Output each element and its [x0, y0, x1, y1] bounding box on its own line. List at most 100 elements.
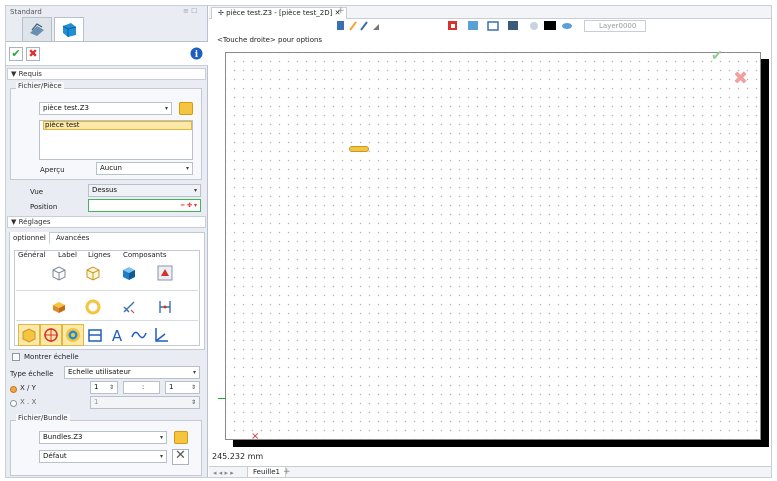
tab-components[interactable]: Composants	[123, 251, 166, 259]
position-input[interactable]: ≈ ✤ ▾	[88, 199, 201, 212]
ratio-xx-label: X . X	[20, 398, 37, 406]
view-select[interactable]: Dessus ▾	[88, 184, 201, 197]
position-label: Position	[30, 203, 58, 211]
placement-cursor-icon	[349, 146, 369, 152]
chevron-down-icon: ▾	[159, 434, 163, 441]
origin-y-marker-icon	[218, 398, 226, 399]
target-view-button[interactable]	[40, 324, 62, 346]
sheet-nav-arrows[interactable]: ◂ ◂ ▸ ▸	[213, 469, 234, 477]
scale-type-label: Type échelle	[10, 370, 54, 378]
svg-text:i: i	[194, 50, 198, 60]
ratio-a-input[interactable]: 1 ⇕	[90, 381, 118, 394]
tab-properties[interactable]	[54, 17, 84, 41]
info-icon: i	[190, 47, 202, 60]
open-folder-icon[interactable]	[179, 102, 193, 115]
right-click-hint: <Touche droite> pour options	[217, 36, 323, 44]
drawing-sheet[interactable]	[225, 52, 761, 440]
annotation-view-button[interactable]	[18, 324, 40, 346]
cancel-x-icon[interactable]: ✖	[733, 68, 748, 89]
concentric-view-button[interactable]	[62, 324, 84, 346]
view-wireframe-button[interactable]	[48, 262, 70, 284]
ratio-xy-radio[interactable]	[10, 386, 17, 393]
curve-view-button[interactable]	[128, 324, 150, 346]
detail-view-button[interactable]	[82, 296, 104, 318]
clear-button[interactable]: ✕	[172, 449, 189, 465]
open-bundle-folder-icon[interactable]	[174, 431, 188, 444]
tab-document[interactable]: ✢ pièce test.Z3 - [pièce test_2D] ✕	[211, 7, 348, 19]
chevron-down-icon: ▾	[185, 165, 189, 172]
ratio-c-input[interactable]: 1 ⇕	[165, 381, 200, 394]
tab-avancees[interactable]: Avancées	[56, 234, 89, 242]
show-scale-checkbox[interactable]	[12, 353, 20, 361]
tab-general[interactable]: Général	[18, 251, 46, 259]
detail-circle-icon	[85, 299, 101, 315]
broken-view-icon	[123, 301, 135, 314]
panel-title: Standard	[10, 8, 42, 16]
ratio-xx-radio[interactable]	[10, 400, 17, 407]
spinner-icon[interactable]: ⇕	[109, 382, 114, 393]
ok-button[interactable]: ✔	[9, 47, 23, 61]
view-tools-icons[interactable]	[335, 19, 405, 33]
section-required[interactable]: ▼ Requis	[7, 68, 206, 80]
tab-catalog[interactable]	[22, 17, 52, 41]
tab-label[interactable]: Label	[58, 251, 77, 259]
new-tab-button[interactable]: +	[337, 6, 345, 16]
pick-point-icon[interactable]: ≈ ✤ ▾	[180, 200, 197, 211]
frame-icon	[88, 329, 102, 342]
properties-panel: Standard ≡ ☐ ✔ ✖ i ▼ Requis Fichier/Pièc…	[6, 6, 208, 477]
tab-optionnel[interactable]: optionnel	[10, 232, 50, 244]
svg-text:A: A	[112, 327, 123, 345]
part-list[interactable]: pièce test	[39, 120, 193, 160]
hidden-line-cube-icon	[86, 266, 100, 281]
text-view-button[interactable]: A	[106, 324, 128, 346]
divider	[16, 290, 198, 291]
sheet-tab-bar: ◂ ◂ ▸ ▸ Feuille1 +	[209, 466, 771, 477]
file-select[interactable]: pièce test.Z3 ▾	[39, 102, 172, 115]
app-window: Standard ≡ ☐ ✔ ✖ i ▼ Requis Fichier/Pièc…	[5, 5, 772, 478]
view-label: Vue	[30, 188, 44, 196]
spinner-icon[interactable]: ⇕	[191, 397, 196, 408]
ratio-xx-input[interactable]: 1 ⇕	[90, 396, 200, 409]
target-icon	[44, 328, 58, 342]
dimension-view-button[interactable]	[154, 296, 176, 318]
tab-lines[interactable]: Lignes	[88, 251, 111, 259]
frame-view-button[interactable]	[84, 324, 106, 346]
axis-view-button[interactable]	[150, 324, 172, 346]
cube-tab-icon	[62, 23, 77, 37]
view-toolbar	[335, 19, 405, 33]
section-cut-icon	[53, 302, 65, 313]
origin-x-marker-icon: ×	[251, 431, 260, 442]
spinner-icon[interactable]: ⇕	[191, 382, 196, 393]
panel-pin-icons[interactable]: ≡ ☐	[183, 7, 197, 15]
coordinate-readout: 245.232 mm	[212, 452, 264, 461]
add-sheet-button[interactable]: +	[283, 467, 291, 477]
preview-select[interactable]: Aucun ▾	[96, 162, 193, 175]
view-hidden-button[interactable]	[82, 262, 104, 284]
cancel-button[interactable]: ✖	[26, 47, 40, 61]
scale-type-select[interactable]: Echelle utilisateur ▾	[64, 366, 200, 379]
view-shaded-button[interactable]	[118, 262, 140, 284]
preview-label: Aperçu	[40, 166, 65, 174]
action-toolbar: ✔ ✖ i	[6, 41, 208, 66]
confirm-check-icon[interactable]: ✔	[711, 48, 723, 64]
broken-view-button[interactable]	[118, 296, 140, 318]
show-scale-label: Montrer échelle	[24, 353, 79, 361]
text-a-icon: A	[112, 327, 123, 345]
list-item[interactable]: pièce test	[43, 121, 192, 130]
default-select[interactable]: Défaut ▾	[39, 450, 167, 463]
file-group-legend: Fichier/Pièce	[16, 82, 64, 90]
catalog-icon	[30, 23, 44, 36]
layer-select[interactable]: Layer0000	[584, 20, 646, 32]
tab-sheet1[interactable]: Feuille1	[247, 467, 286, 477]
bundle-select[interactable]: Bundles.Z3 ▾	[39, 431, 167, 444]
section-settings[interactable]: ▼ Réglages	[7, 216, 206, 228]
section-view-button[interactable]	[48, 296, 70, 318]
info-button[interactable]: i	[189, 47, 203, 61]
ratio-xy-label: X / Y	[20, 384, 36, 392]
shaded-cube-icon	[123, 267, 135, 280]
annotation-cube-icon	[22, 328, 36, 343]
ratio-separator-input[interactable]: :	[123, 381, 160, 394]
wireframe-cube-icon	[52, 266, 66, 281]
view-render-button[interactable]	[154, 262, 176, 284]
chevron-down-icon: ▾	[193, 187, 197, 194]
